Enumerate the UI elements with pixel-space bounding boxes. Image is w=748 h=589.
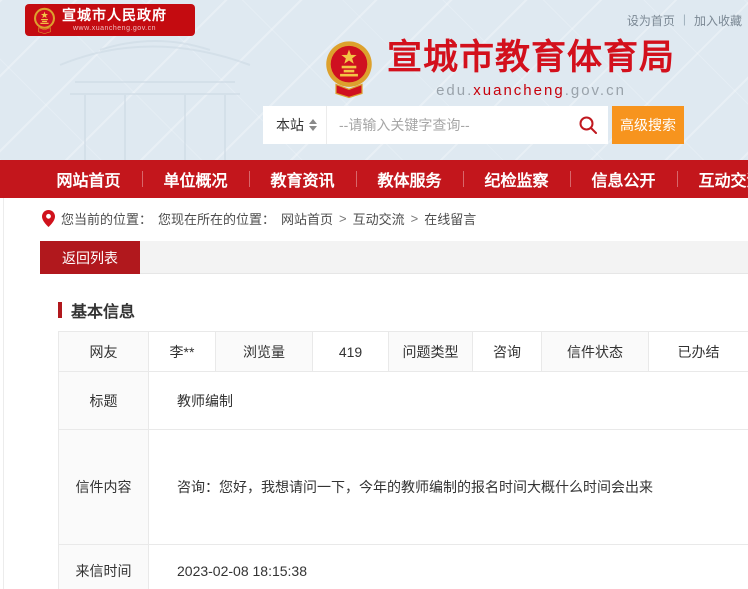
table-row: 信件内容 咨询：您好，我想请问一下，今年的教师编制的报名时间大概什么时间会出来 xyxy=(59,430,748,545)
main-nav: 网站首页 单位概况 教育资讯 教体服务 纪检监察 信息公开 互动交流 xyxy=(0,160,748,198)
domain-highlight: xuancheng xyxy=(473,82,564,99)
search-bar: 本站 高级搜索 xyxy=(263,106,684,144)
breadcrumb-separator: > xyxy=(411,211,419,226)
section-title-text: 基本信息 xyxy=(71,298,135,322)
search-box: 本站 xyxy=(263,106,608,144)
domain-suffix: .gov.cn xyxy=(565,82,626,99)
city-government-url: www.xuancheng.gov.cn xyxy=(73,25,156,32)
date-value: 2023-02-08 18:15:38 xyxy=(149,545,748,589)
national-emblem-icon xyxy=(323,39,375,99)
status-label: 信件状态 xyxy=(542,332,649,372)
nav-item-services[interactable]: 教体服务 xyxy=(356,160,463,198)
quick-links-divider: | xyxy=(683,12,686,29)
breadcrumb-label: 您现在所在的位置： xyxy=(158,209,275,228)
section-title: 基本信息 xyxy=(58,298,748,322)
search-button[interactable] xyxy=(568,106,608,144)
views-label: 浏览量 xyxy=(216,332,313,372)
breadcrumb-separator: > xyxy=(339,211,347,226)
city-government-logo-text: 宣城市人民政府 www.xuancheng.gov.cn xyxy=(62,8,167,32)
views-value: 419 xyxy=(313,332,389,372)
bureau-brand: 宣城市教育体育局 edu.xuancheng.gov.cn xyxy=(323,36,675,99)
content-value: 咨询：您好，我想请问一下，今年的教师编制的报名时间大概什么时间会出来 xyxy=(149,430,748,545)
breadcrumb-link-messages[interactable]: 在线留言 xyxy=(424,209,476,228)
breadcrumb-link-interaction[interactable]: 互动交流 xyxy=(353,209,405,228)
breadcrumb-prefix: 您当前的位置： xyxy=(61,209,152,228)
type-label: 问题类型 xyxy=(389,332,473,372)
list-toolbar: 返回列表 xyxy=(40,241,748,274)
back-to-list-button[interactable]: 返回列表 xyxy=(40,241,140,274)
nav-item-news[interactable]: 教育资讯 xyxy=(249,160,356,198)
netizen-value: 李** xyxy=(149,332,216,372)
spinner-arrows-icon xyxy=(309,119,317,131)
breadcrumb: 您当前的位置： 您现在所在的位置： 网站首页 > 互动交流 > 在线留言 xyxy=(0,198,748,228)
add-favorite-link[interactable]: 加入收藏 xyxy=(694,12,742,29)
table-row: 来信时间 2023-02-08 18:15:38 xyxy=(59,545,748,589)
nav-item-disclosure[interactable]: 信息公开 xyxy=(570,160,677,198)
table-row: 网友 李** 浏览量 419 问题类型 咨询 信件状态 已办结 xyxy=(59,332,748,372)
search-scope-select[interactable]: 本站 xyxy=(263,115,326,135)
location-pin-icon xyxy=(42,210,55,227)
nav-item-interaction[interactable]: 互动交流 xyxy=(677,160,748,198)
national-emblem-icon xyxy=(32,7,57,34)
bureau-brand-text: 宣城市教育体育局 edu.xuancheng.gov.cn xyxy=(387,36,675,99)
search-input[interactable] xyxy=(327,106,568,144)
nav-item-overview[interactable]: 单位概况 xyxy=(142,160,249,198)
section-accent-bar xyxy=(58,302,62,318)
set-homepage-link[interactable]: 设为首页 xyxy=(627,12,675,29)
advanced-search-button[interactable]: 高级搜索 xyxy=(612,106,684,144)
domain-prefix: edu. xyxy=(436,82,473,99)
status-value: 已办结 xyxy=(649,332,748,372)
site-header: 宣城市人民政府 www.xuancheng.gov.cn 设为首页 | 加入收藏… xyxy=(0,0,748,160)
letter-detail-table: 网友 李** 浏览量 419 问题类型 咨询 信件状态 已办结 标题 教师编制 … xyxy=(58,331,748,589)
page: 宣城市人民政府 www.xuancheng.gov.cn 设为首页 | 加入收藏… xyxy=(0,0,748,589)
type-value: 咨询 xyxy=(473,332,542,372)
breadcrumb-link-home[interactable]: 网站首页 xyxy=(281,209,333,228)
netizen-label: 网友 xyxy=(59,332,149,372)
content-area: 您当前的位置： 您现在所在的位置： 网站首页 > 互动交流 > 在线留言 返回列… xyxy=(0,198,748,589)
city-government-logo[interactable]: 宣城市人民政府 www.xuancheng.gov.cn xyxy=(25,4,195,36)
bureau-title: 宣城市教育体育局 xyxy=(387,36,675,80)
subject-value: 教师编制 xyxy=(149,372,748,430)
nav-item-home[interactable]: 网站首页 xyxy=(35,160,142,198)
search-scope-label: 本站 xyxy=(276,115,304,135)
subject-label: 标题 xyxy=(59,372,149,430)
city-government-title: 宣城市人民政府 xyxy=(62,8,167,22)
quick-links: 设为首页 | 加入收藏 xyxy=(627,12,742,29)
bureau-domain: edu.xuancheng.gov.cn xyxy=(387,82,675,99)
table-row: 标题 教师编制 xyxy=(59,372,748,430)
date-label: 来信时间 xyxy=(59,545,149,589)
search-icon xyxy=(578,115,598,135)
nav-item-discipline[interactable]: 纪检监察 xyxy=(463,160,570,198)
content-label: 信件内容 xyxy=(59,430,149,545)
